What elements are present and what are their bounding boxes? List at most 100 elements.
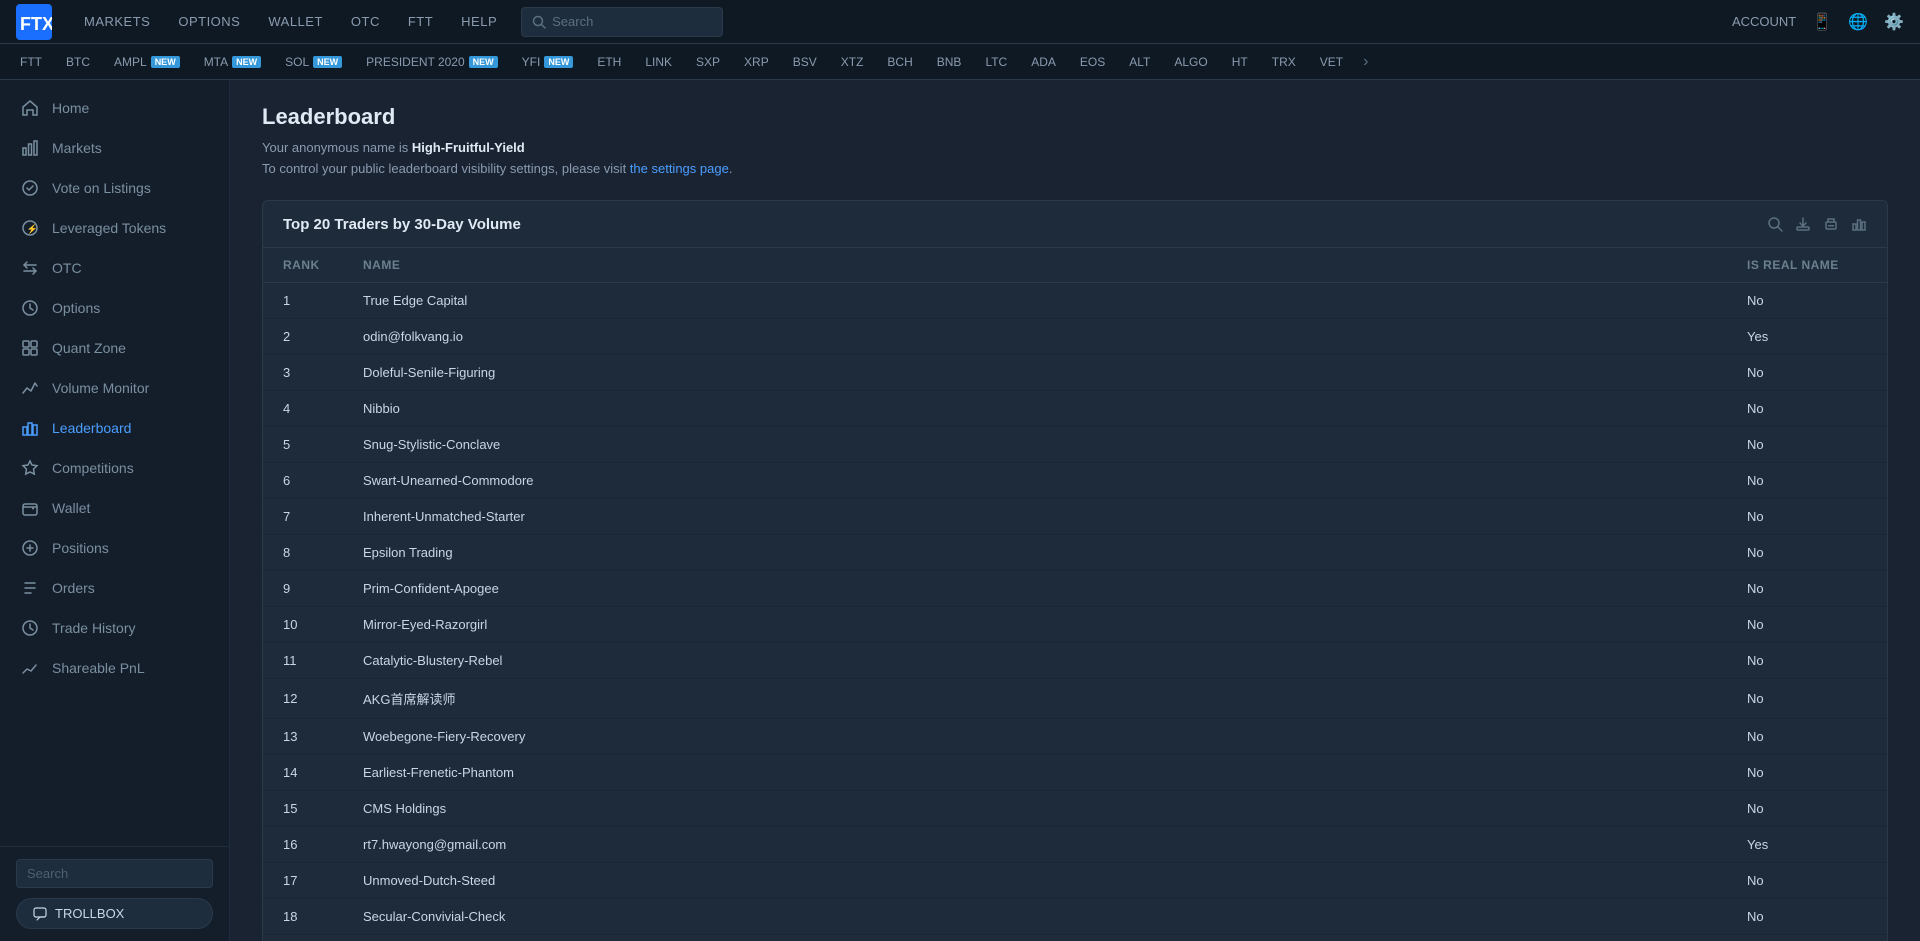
sidebar-item-leveraged-tokens[interactable]: ⚡ Leveraged Tokens bbox=[0, 208, 229, 248]
logo[interactable]: FTX bbox=[16, 4, 52, 40]
table-row[interactable]: 1 True Edge Capital No bbox=[263, 283, 1887, 319]
sidebar-item-positions[interactable]: Positions bbox=[0, 528, 229, 568]
language-icon[interactable]: 🌐 bbox=[1848, 12, 1868, 32]
real-name-cell: No bbox=[1727, 607, 1887, 643]
svg-text:FTX: FTX bbox=[20, 14, 52, 34]
settings-page-link[interactable]: the settings page bbox=[630, 161, 729, 176]
table-row[interactable]: 2 odin@folkvang.io Yes bbox=[263, 319, 1887, 355]
ticker-btc[interactable]: BTC bbox=[54, 44, 102, 80]
ticker-ada[interactable]: ADA bbox=[1019, 44, 1068, 80]
ticker-ftt[interactable]: FTT bbox=[8, 44, 54, 80]
nav-otc[interactable]: OTC bbox=[339, 0, 392, 44]
top-search-input[interactable] bbox=[552, 14, 712, 29]
table-row[interactable]: 18 Secular-Convivial-Check No bbox=[263, 899, 1887, 935]
sidebar-nav: Home Markets Vote on Listings ⚡ Leverage… bbox=[0, 80, 229, 846]
leaderboard-card-title: Top 20 Traders by 30-Day Volume bbox=[283, 216, 521, 233]
top-nav: FTX MARKETS OPTIONS WALLET OTC FTT HELP … bbox=[0, 0, 1920, 44]
ticker-eos[interactable]: EOS bbox=[1068, 44, 1117, 80]
table-row[interactable]: 3 Doleful-Senile-Figuring No bbox=[263, 355, 1887, 391]
table-row[interactable]: 15 CMS Holdings No bbox=[263, 791, 1887, 827]
print-action-icon[interactable] bbox=[1823, 215, 1839, 233]
rank-cell: 8 bbox=[263, 535, 343, 571]
ticker-eth[interactable]: ETH bbox=[585, 44, 633, 80]
nav-markets[interactable]: MARKETS bbox=[72, 0, 162, 44]
ticker-algo[interactable]: ALGO bbox=[1162, 44, 1219, 80]
table-row[interactable]: 11 Catalytic-Blustery-Rebel No bbox=[263, 643, 1887, 679]
sidebar-item-volume-monitor[interactable]: Volume Monitor bbox=[0, 368, 229, 408]
col-rank: Rank bbox=[263, 248, 343, 283]
sidebar-item-home[interactable]: Home bbox=[0, 88, 229, 128]
nav-options[interactable]: OPTIONS bbox=[166, 0, 252, 44]
ticker-more-icon[interactable]: › bbox=[1355, 53, 1376, 71]
name-cell: True Edge Capital bbox=[343, 283, 1727, 319]
sidebar-item-markets[interactable]: Markets bbox=[0, 128, 229, 168]
ticker-trx[interactable]: TRX bbox=[1260, 44, 1308, 80]
real-name-cell: No bbox=[1727, 863, 1887, 899]
sidebar-item-wallet[interactable]: Wallet bbox=[0, 488, 229, 528]
table-row[interactable]: 10 Mirror-Eyed-Razorgirl No bbox=[263, 607, 1887, 643]
table-row[interactable]: 19 Eureka Trading No bbox=[263, 935, 1887, 941]
sidebar-item-options[interactable]: Options bbox=[0, 288, 229, 328]
ticker-bar: FTT BTC AMPL NEW MTA NEW SOL NEW PRESIDE… bbox=[0, 44, 1920, 80]
table-row[interactable]: 6 Swart-Unearned-Commodore No bbox=[263, 463, 1887, 499]
chart-action-icon[interactable] bbox=[1851, 215, 1867, 233]
sidebar-item-competitions[interactable]: Competitions bbox=[0, 448, 229, 488]
table-row[interactable]: 17 Unmoved-Dutch-Steed No bbox=[263, 863, 1887, 899]
sidebar: Home Markets Vote on Listings ⚡ Leverage… bbox=[0, 80, 230, 941]
real-name-cell: No bbox=[1727, 791, 1887, 827]
nav-ftt[interactable]: FTT bbox=[396, 0, 445, 44]
nav-wallet[interactable]: WALLET bbox=[256, 0, 335, 44]
ticker-mta[interactable]: MTA NEW bbox=[192, 44, 273, 80]
ticker-xrp[interactable]: XRP bbox=[732, 44, 781, 80]
settings-icon[interactable]: ⚙️ bbox=[1884, 12, 1904, 32]
ticker-xtz[interactable]: XTZ bbox=[829, 44, 876, 80]
ticker-bnb[interactable]: BNB bbox=[925, 44, 974, 80]
sidebar-item-otc[interactable]: OTC bbox=[0, 248, 229, 288]
ticker-sxp[interactable]: SXP bbox=[684, 44, 732, 80]
table-row[interactable]: 4 Nibbio No bbox=[263, 391, 1887, 427]
real-name-cell: No bbox=[1727, 719, 1887, 755]
sidebar-item-quant-zone[interactable]: Quant Zone bbox=[0, 328, 229, 368]
mobile-icon[interactable]: 📱 bbox=[1812, 12, 1832, 32]
table-row[interactable]: 12 AKG首席解读师 No bbox=[263, 679, 1887, 719]
ticker-bch[interactable]: BCH bbox=[875, 44, 924, 80]
sidebar-search-input[interactable] bbox=[16, 859, 213, 888]
nav-help[interactable]: HELP bbox=[449, 0, 509, 44]
top-search-bar[interactable] bbox=[521, 7, 723, 37]
rank-cell: 10 bbox=[263, 607, 343, 643]
rank-cell: 2 bbox=[263, 319, 343, 355]
ticker-president2020[interactable]: PRESIDENT 2020 NEW bbox=[354, 44, 510, 80]
table-row[interactable]: 8 Epsilon Trading No bbox=[263, 535, 1887, 571]
ticker-alt[interactable]: ALT bbox=[1117, 44, 1162, 80]
rank-cell: 5 bbox=[263, 427, 343, 463]
table-row[interactable]: 14 Earliest-Frenetic-Phantom No bbox=[263, 755, 1887, 791]
download-action-icon[interactable] bbox=[1795, 215, 1811, 233]
ticker-ltc[interactable]: LTC bbox=[973, 44, 1019, 80]
name-cell: Swart-Unearned-Commodore bbox=[343, 463, 1727, 499]
ticker-ht[interactable]: HT bbox=[1220, 44, 1260, 80]
ticker-bsv[interactable]: BSV bbox=[781, 44, 829, 80]
vote-icon bbox=[20, 178, 40, 198]
sidebar-item-trade-history[interactable]: Trade History bbox=[0, 608, 229, 648]
ticker-link[interactable]: LINK bbox=[633, 44, 684, 80]
search-action-icon[interactable] bbox=[1767, 215, 1783, 233]
table-row[interactable]: 7 Inherent-Unmatched-Starter No bbox=[263, 499, 1887, 535]
table-row[interactable]: 16 rt7.hwayong@gmail.com Yes bbox=[263, 827, 1887, 863]
sidebar-item-leaderboard[interactable]: Leaderboard bbox=[0, 408, 229, 448]
name-cell: Nibbio bbox=[343, 391, 1727, 427]
table-row[interactable]: 9 Prim-Confident-Apogee No bbox=[263, 571, 1887, 607]
sidebar-item-shareable-pnl[interactable]: Shareable PnL bbox=[0, 648, 229, 688]
ticker-ampl[interactable]: AMPL NEW bbox=[102, 44, 192, 80]
table-row[interactable]: 13 Woebegone-Fiery-Recovery No bbox=[263, 719, 1887, 755]
sidebar-item-vote[interactable]: Vote on Listings bbox=[0, 168, 229, 208]
page-title: Leaderboard bbox=[262, 104, 1888, 130]
rank-cell: 6 bbox=[263, 463, 343, 499]
ticker-yfi[interactable]: YFI NEW bbox=[510, 44, 586, 80]
account-button[interactable]: ACCOUNT bbox=[1732, 14, 1796, 29]
trollbox-button[interactable]: TROLLBOX bbox=[16, 898, 213, 929]
sidebar-item-orders[interactable]: Orders bbox=[0, 568, 229, 608]
table-row[interactable]: 5 Snug-Stylistic-Conclave No bbox=[263, 427, 1887, 463]
ticker-vet[interactable]: VET bbox=[1308, 44, 1355, 80]
ticker-sol[interactable]: SOL NEW bbox=[273, 44, 354, 80]
rank-cell: 7 bbox=[263, 499, 343, 535]
